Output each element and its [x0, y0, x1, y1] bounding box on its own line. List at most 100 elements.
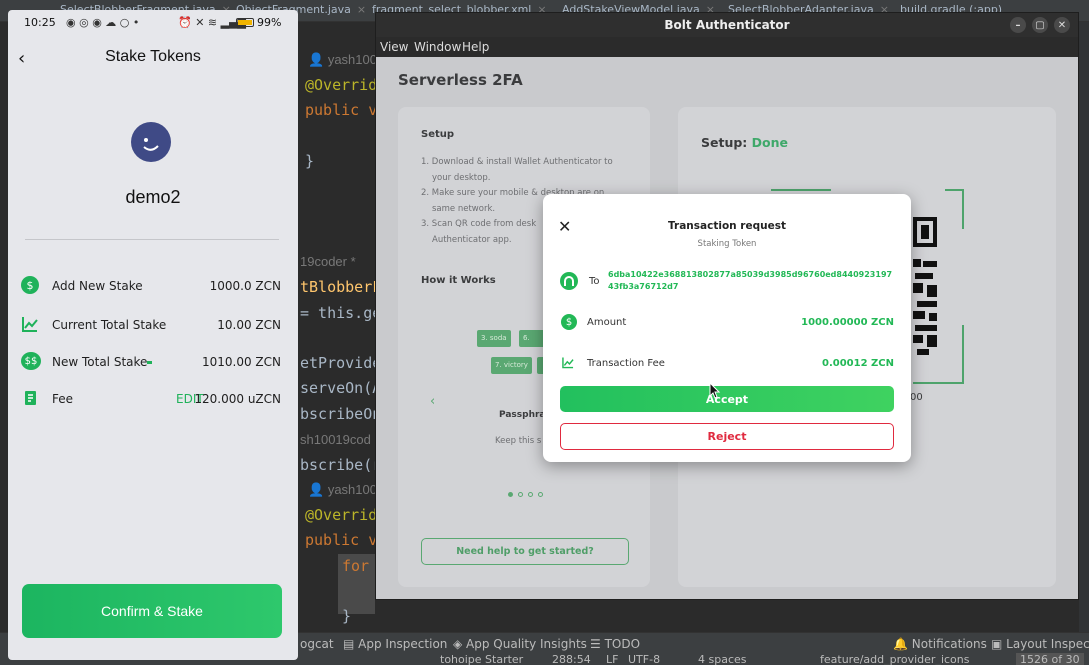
passphrase-hint: Keep this s	[495, 436, 542, 446]
code-line: = this.ge	[300, 304, 382, 322]
accept-button[interactable]: Accept	[560, 386, 894, 412]
close-icon[interactable]: ×	[357, 3, 366, 16]
code-line: public v	[305, 101, 378, 119]
dot[interactable]	[538, 492, 543, 497]
setup-step: 1. Download & install Wallet Authenticat…	[421, 157, 613, 167]
code-line: }	[342, 607, 352, 625]
code-author-hint: sh10019cod	[300, 432, 371, 447]
setup-status: Setup: Done	[701, 135, 788, 150]
menu-view[interactable]: View	[380, 40, 408, 54]
setup-step: your desktop.	[432, 172, 491, 183]
status-time: 10:25	[24, 16, 56, 29]
code-line: @Overrid	[305, 506, 378, 524]
amount-value: 1000.00000 ZCN	[801, 317, 894, 328]
dot[interactable]	[518, 492, 523, 497]
reject-button[interactable]: Reject	[560, 423, 894, 450]
status-item[interactable]: LF	[606, 653, 618, 665]
to-label: To	[589, 276, 600, 287]
qr-frame-corner	[913, 382, 964, 384]
chart-line-icon	[562, 357, 574, 369]
amount-label: Amount	[587, 317, 627, 328]
status-item[interactable]: UTF-8	[628, 653, 660, 665]
divider	[25, 239, 279, 240]
row-label: New Total Stake	[52, 355, 148, 369]
cursor-icon	[709, 382, 721, 399]
status-item[interactable]: 288:54	[552, 653, 591, 665]
status-item[interactable]: 4 spaces	[698, 653, 747, 665]
word-chip: 7. victory	[491, 357, 532, 374]
receipt-icon	[25, 391, 36, 405]
code-line: public v	[305, 531, 378, 549]
row-fee: Fee EDIT 120.000 uZCN	[8, 389, 298, 409]
fee-value: 0.00012 ZCN	[822, 358, 894, 369]
maximize-icon[interactable]: ▢	[1032, 17, 1048, 33]
row-label: Add New Stake	[52, 279, 143, 293]
tool-logcat[interactable]: ogcat	[300, 637, 334, 651]
qr-frame-corner	[945, 189, 963, 191]
code-line: etProvide	[300, 354, 382, 372]
word-chip: 3. soda	[477, 330, 511, 347]
status-item[interactable]: feature/add_provider_icons	[820, 653, 970, 665]
status-item[interactable]: 1526 of 30	[1016, 653, 1084, 665]
row-new-total-stake: $$ New Total Stake 1010.00 ZCN	[8, 352, 298, 372]
author-name: yash100	[327, 482, 377, 497]
menu-help[interactable]: Help	[462, 40, 489, 54]
row-label: Fee	[52, 392, 74, 406]
username: demo2	[125, 187, 181, 207]
row-current-total-stake: Current Total Stake 10.00 ZCN	[8, 315, 298, 335]
word-chip: 6. ma	[519, 330, 545, 347]
code-line: for	[342, 557, 370, 575]
status-battery: 99%	[257, 16, 282, 29]
tool-notifications[interactable]: 🔔 Notifications	[893, 637, 987, 651]
chart-line-icon	[22, 317, 38, 332]
minimize-icon[interactable]: –	[1010, 17, 1026, 33]
status-item[interactable]: tohoipe Starter	[440, 653, 523, 665]
tool-app-quality[interactable]: ◈ App Quality Insights	[453, 637, 587, 651]
tool-label: App Quality Insights	[466, 637, 587, 651]
row-value: 10.00 ZCN	[217, 318, 281, 332]
code-line: bscribeOn	[300, 405, 382, 423]
row-value: 120.000 uZCN	[194, 392, 281, 406]
window-title: Bolt Authenticator	[664, 18, 790, 32]
help-button[interactable]: Need help to get started?	[421, 538, 629, 565]
setup-title: Setup	[421, 129, 455, 140]
how-it-works-title: How it Works	[421, 275, 496, 286]
code-line: serveOn(A	[300, 379, 382, 397]
dot-active[interactable]	[508, 492, 513, 497]
avatar	[131, 122, 171, 162]
dialog-subtitle: Staking Token	[697, 239, 757, 249]
tool-layout-inspector[interactable]: ▣ Layout Inspector	[991, 637, 1089, 651]
qr-frame-corner	[962, 325, 964, 383]
indicator-dot	[147, 361, 152, 364]
dollar-coin-icon: $	[21, 276, 39, 294]
window-titlebar[interactable]: Bolt Authenticator – ▢ ✕	[376, 13, 1078, 37]
row-value: 1010.00 ZCN	[201, 355, 281, 369]
code-author-hint: 👤 yash100	[308, 52, 377, 67]
app-heading: Serverless 2FA	[398, 71, 523, 89]
close-icon[interactable]: ✕	[1054, 17, 1070, 33]
tool-label: Layout Inspector	[1006, 637, 1089, 651]
dot[interactable]	[528, 492, 533, 497]
phone-screen: 10:25 ◉ ◎ ◉ ☁ ○ • ⏰ ✕ ≋ ▂▄▆ 99% ‹ Stake …	[8, 10, 298, 660]
page-title: Stake Tokens	[105, 48, 201, 65]
battery-icon	[236, 18, 254, 27]
qr-code-icon	[913, 217, 937, 355]
tool-todo[interactable]: ☰ TODO	[590, 637, 640, 651]
qr-frame-corner	[771, 189, 831, 191]
chevron-left-icon[interactable]: ‹	[430, 394, 435, 409]
recipient-icon	[560, 272, 578, 290]
setup-status-value: Done	[751, 135, 789, 150]
carousel-dots[interactable]	[508, 492, 543, 497]
ide-scrollbar[interactable]	[1079, 22, 1089, 632]
transaction-request-dialog: ✕ Transaction request Staking Token To 6…	[543, 194, 911, 462]
menu-window[interactable]: Window	[414, 40, 461, 54]
to-address: 6dba10422e368813802877a85039d3985d96760e…	[608, 270, 893, 279]
code-author-hint: 19coder *	[300, 254, 356, 269]
avatar-face-icon	[143, 138, 159, 151]
confirm-stake-button[interactable]: Confirm & Stake	[22, 584, 282, 638]
dialog-title: Transaction request	[668, 220, 786, 232]
setup-status-label: Setup:	[701, 135, 748, 150]
qr-caption: 00	[910, 392, 923, 403]
code-line: }	[305, 152, 315, 170]
tool-app-inspection[interactable]: ▤ App Inspection	[343, 637, 447, 651]
